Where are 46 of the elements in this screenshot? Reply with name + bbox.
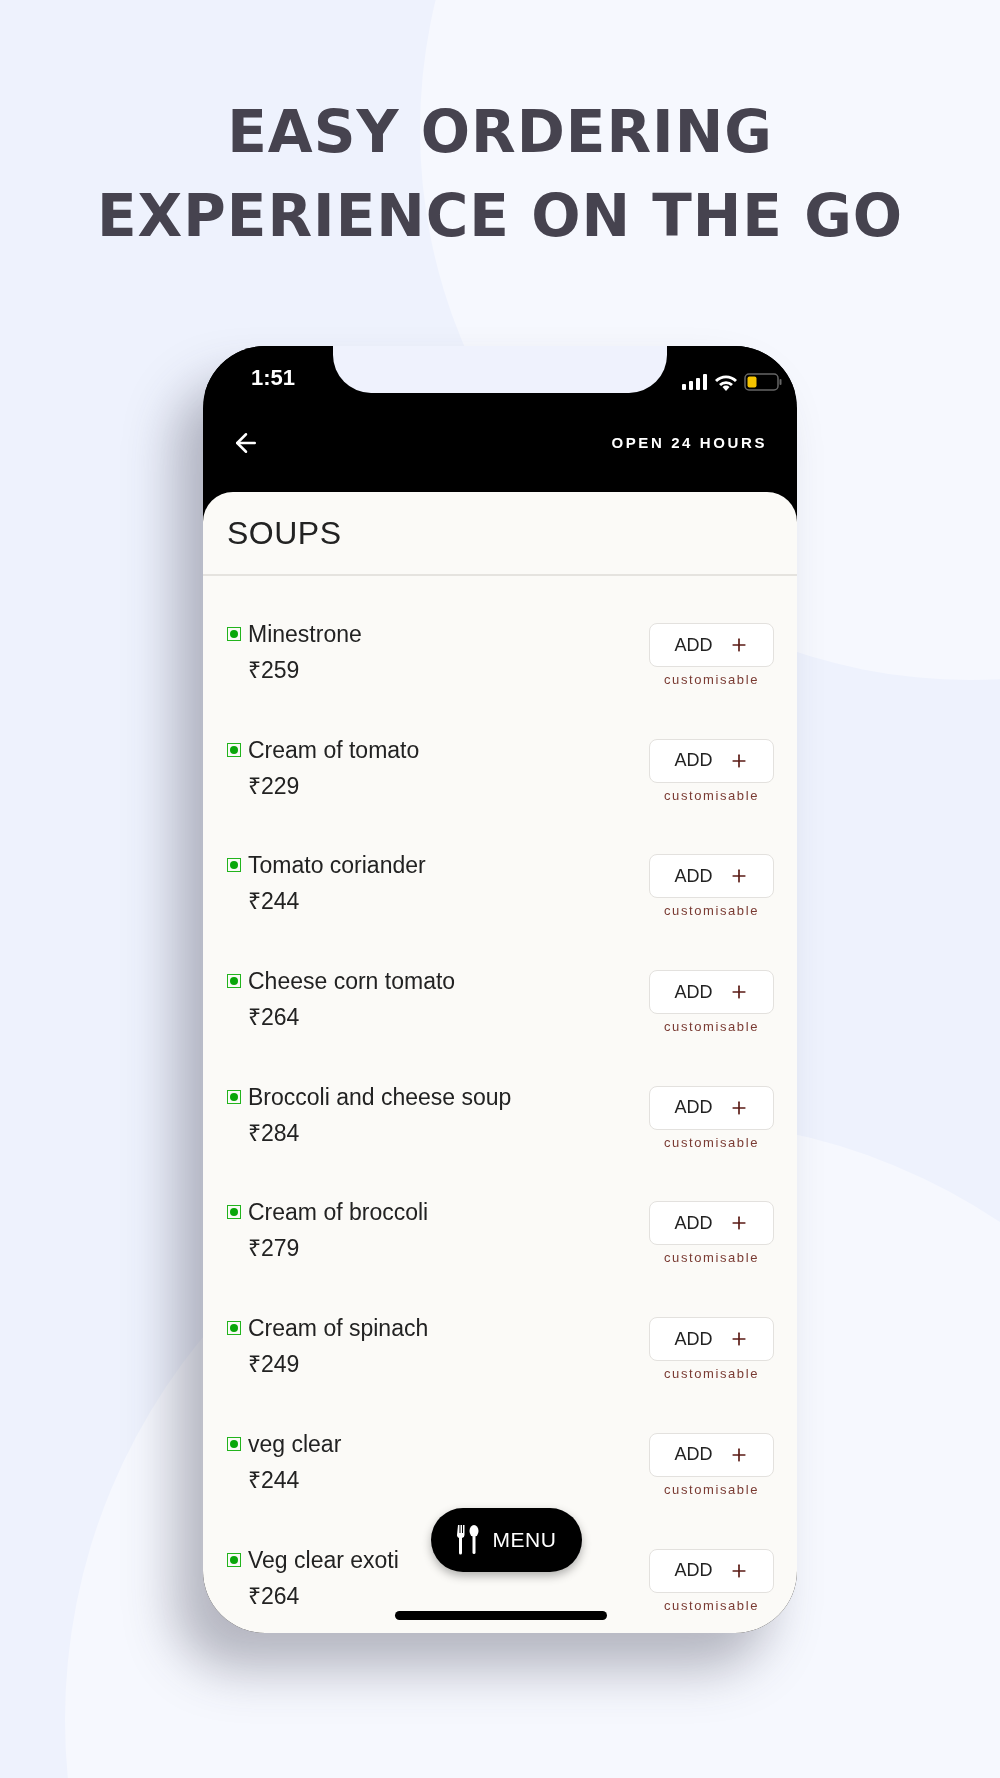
add-button[interactable]: ADD [649,970,774,1015]
customisable-note: customisable [663,903,760,919]
customisable-note: customisable [663,1481,760,1497]
customisable-note: customisable [663,1366,760,1382]
section-title: SOUPS [227,514,342,552]
item-price: ₹244 [248,1465,301,1495]
headline: EXPERIENCE ON THE GO [96,181,904,252]
customisable-note: customisable [663,1250,760,1266]
customisable-note: customisable [663,787,760,803]
hours-label: OPEN 24 HOURS [611,434,767,451]
item-name: Tomato coriander [248,851,426,881]
customisable-note: customisable [663,672,760,687]
add-button[interactable]: ADD [649,738,774,783]
item-name: Veg clear exoti [248,1545,399,1575]
add-button[interactable]: ADD [649,623,774,667]
item-price: ₹279 [248,1234,301,1264]
item-price: ₹284 [248,1118,301,1148]
item-price: ₹264 [248,1003,301,1033]
status-time: 1:51 [250,365,295,391]
headline: EASY ORDERING [227,97,773,168]
add-button[interactable]: ADD [649,1201,774,1246]
item-price: ₹264 [248,1581,301,1611]
item-name: Broccoli and cheese soup [248,1082,512,1112]
item-price: ₹229 [248,771,301,801]
item-price: ₹259 [248,656,301,685]
item-price: ₹249 [248,1350,301,1380]
item-name: Minestrone [248,620,362,649]
add-button[interactable]: ADD [649,1432,774,1477]
signal-icon [682,374,708,390]
add-button[interactable]: ADD [649,854,774,899]
battery-icon [744,373,782,391]
customisable-note: customisable [663,1134,760,1150]
add-button[interactable]: ADD [649,1317,774,1362]
customisable-note: customisable [663,1597,760,1613]
add-button[interactable]: ADD [649,1085,774,1130]
wifi-icon [714,373,738,391]
item-name: Cream of broccoli [248,1198,429,1228]
item-name: veg clear [248,1429,342,1459]
item-name: Cream of tomato [248,735,420,765]
add-button[interactable]: ADD [649,1548,774,1593]
item-price: ₹244 [248,887,301,917]
menu-button[interactable]: MENU [431,1508,582,1572]
cutlery-icon [456,1525,479,1555]
item-name: Cheese corn tomato [248,967,456,997]
customisable-note: customisable [663,1019,760,1035]
item-name: Cream of spinach [248,1314,429,1344]
